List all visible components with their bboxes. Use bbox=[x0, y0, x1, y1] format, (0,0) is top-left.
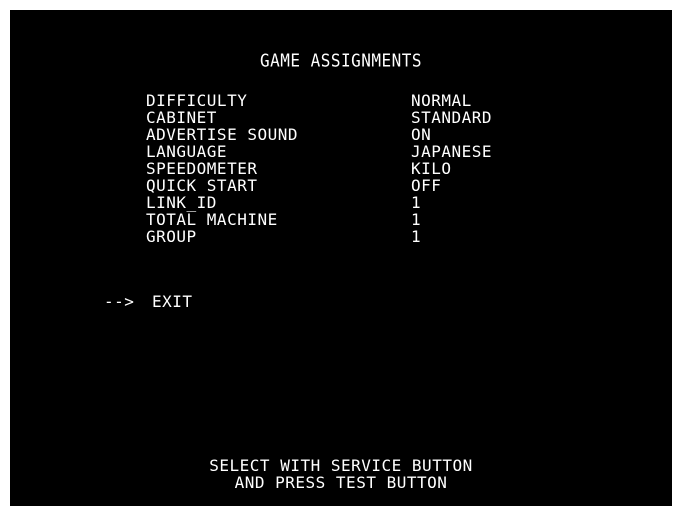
setting-row-speedometer[interactable]: SPEEDOMETER KILO bbox=[146, 160, 492, 177]
setting-label: CABINET bbox=[146, 107, 217, 127]
setting-value: ON bbox=[411, 124, 432, 144]
setting-row-language[interactable]: LANGUAGE JAPANESE bbox=[146, 143, 492, 160]
selection-cursor: --> bbox=[104, 292, 135, 311]
instruction-line-2: AND PRESS TEST BUTTON bbox=[234, 473, 448, 492]
setting-value: JAPANESE bbox=[411, 141, 493, 161]
setting-value: NORMAL bbox=[411, 90, 472, 110]
setting-row-quick-start[interactable]: QUICK START OFF bbox=[146, 177, 492, 194]
setting-label: GROUP bbox=[146, 226, 197, 246]
setting-row-group[interactable]: GROUP 1 bbox=[146, 228, 492, 245]
setting-value: OFF bbox=[411, 175, 442, 195]
setting-value: 1 bbox=[411, 192, 422, 212]
setting-row-link-id[interactable]: LINK_ID 1 bbox=[146, 194, 492, 211]
setting-row-advertise-sound[interactable]: ADVERTISE SOUND ON bbox=[146, 126, 492, 143]
menu-item-exit[interactable]: --> EXIT bbox=[104, 294, 193, 310]
setting-value: 1 bbox=[411, 209, 422, 229]
service-menu-screen: GAME ASSIGNMENTS DIFFICULTY NORMAL CABIN… bbox=[10, 10, 672, 506]
setting-label: TOTAL MACHINE bbox=[146, 209, 278, 229]
setting-value: 1 bbox=[411, 226, 422, 246]
setting-label: SPEEDOMETER bbox=[146, 158, 258, 178]
setting-label: LINK_ID bbox=[146, 192, 217, 212]
setting-value: KILO bbox=[411, 158, 452, 178]
settings-list: DIFFICULTY NORMAL CABINET STANDARD ADVER… bbox=[146, 92, 492, 245]
menu-title: GAME ASSIGNMENTS bbox=[259, 50, 423, 71]
setting-label: ADVERTISE SOUND bbox=[146, 124, 298, 144]
setting-label: DIFFICULTY bbox=[146, 90, 248, 110]
setting-row-difficulty[interactable]: DIFFICULTY NORMAL bbox=[146, 92, 492, 109]
setting-label: QUICK START bbox=[146, 175, 258, 195]
instructions-footer: SELECT WITH SERVICE BUTTON AND PRESS TES… bbox=[10, 458, 672, 492]
setting-value: STANDARD bbox=[411, 107, 493, 127]
setting-row-cabinet[interactable]: CABINET STANDARD bbox=[146, 109, 492, 126]
exit-label: EXIT bbox=[152, 292, 193, 311]
setting-label: LANGUAGE bbox=[146, 141, 228, 161]
setting-row-total-machine[interactable]: TOTAL MACHINE 1 bbox=[146, 211, 492, 228]
